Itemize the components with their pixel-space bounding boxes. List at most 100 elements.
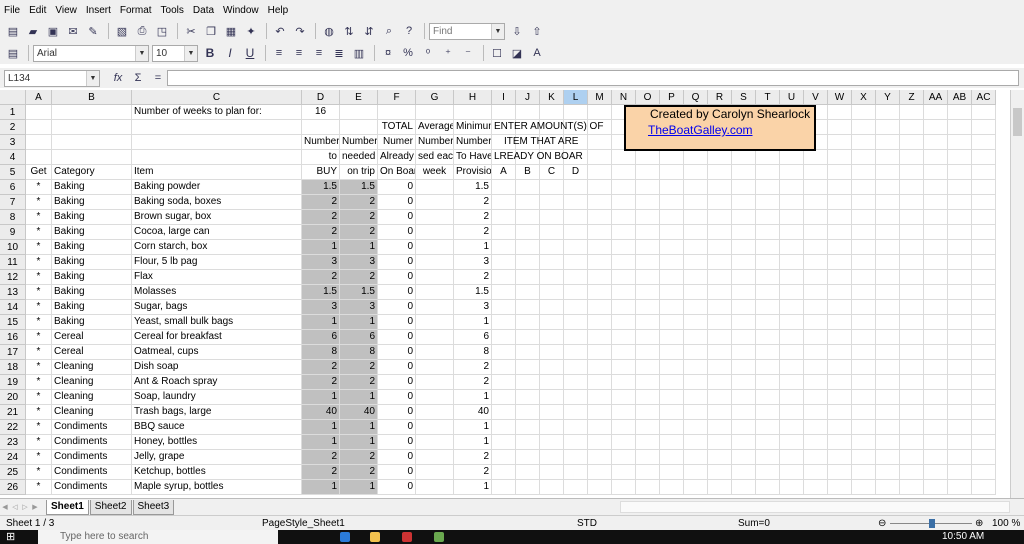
cell-o16[interactable] [636,330,660,345]
cell-d10[interactable]: 1 [302,240,340,255]
cell-aa19[interactable] [924,375,948,390]
cell-ab19[interactable] [948,375,972,390]
cell-m25[interactable] [588,465,612,480]
column-header-l[interactable]: L [564,90,588,105]
cell-j13[interactable] [516,285,540,300]
cell-y20[interactable] [876,390,900,405]
cell-v22[interactable] [804,420,828,435]
cell-ab3[interactable] [948,135,972,150]
cell-c10[interactable]: Corn starch, box [132,240,302,255]
cell-g20[interactable] [416,390,454,405]
cell-s15[interactable] [732,315,756,330]
cell-z2[interactable] [900,120,924,135]
cell-t25[interactable] [756,465,780,480]
cell-n18[interactable] [612,360,636,375]
cell-g12[interactable] [416,270,454,285]
cell-z20[interactable] [900,390,924,405]
cell-h1[interactable] [454,105,492,120]
cell-l11[interactable] [564,255,588,270]
cell-t16[interactable] [756,330,780,345]
cell-h7[interactable]: 2 [454,195,492,210]
cell-v4[interactable] [804,150,828,165]
cell-c23[interactable]: Honey, bottles [132,435,302,450]
cell-e6[interactable]: 1.5 [340,180,378,195]
cell-c11[interactable]: Flour, 5 lb pag [132,255,302,270]
cell-ac16[interactable] [972,330,996,345]
cell-u7[interactable] [780,195,804,210]
font-color-icon[interactable]: A [528,44,546,62]
cell-e13[interactable]: 1.5 [340,285,378,300]
cell-p5[interactable] [660,165,684,180]
cell-m16[interactable] [588,330,612,345]
cell-f11[interactable]: 0 [378,255,416,270]
cell-i7[interactable] [492,195,516,210]
row-header[interactable]: 16 [0,330,26,345]
cell-f12[interactable]: 0 [378,270,416,285]
cell-y22[interactable] [876,420,900,435]
cell-k10[interactable] [540,240,564,255]
cell-aa23[interactable] [924,435,948,450]
cell-z26[interactable] [900,480,924,495]
cell-a2[interactable] [26,120,52,135]
cell-t13[interactable] [756,285,780,300]
cell-h4[interactable]: To Have [454,150,492,165]
cell-x17[interactable] [852,345,876,360]
cell-s14[interactable] [732,300,756,315]
cell-ab26[interactable] [948,480,972,495]
cell-o21[interactable] [636,405,660,420]
cell-t19[interactable] [756,375,780,390]
cell-j18[interactable] [516,360,540,375]
cell-u8[interactable] [780,210,804,225]
cell-ac9[interactable] [972,225,996,240]
cell-f2[interactable]: TOTAL [378,120,416,135]
cell-h18[interactable]: 2 [454,360,492,375]
cell-s26[interactable] [732,480,756,495]
cell-x24[interactable] [852,450,876,465]
cell-o23[interactable] [636,435,660,450]
cell-w14[interactable] [828,300,852,315]
cell-w16[interactable] [828,330,852,345]
cell-h22[interactable]: 1 [454,420,492,435]
cell-ab7[interactable] [948,195,972,210]
cell-ab12[interactable] [948,270,972,285]
cell-j1[interactable] [516,105,540,120]
cell-j21[interactable] [516,405,540,420]
cell-n4[interactable] [612,150,636,165]
cell-g9[interactable] [416,225,454,240]
cell-aa13[interactable] [924,285,948,300]
cell-aa1[interactable] [924,105,948,120]
cell-n13[interactable] [612,285,636,300]
cell-y18[interactable] [876,360,900,375]
font-name-box[interactable]: Arial ▼ [33,44,149,62]
cell-l12[interactable] [564,270,588,285]
cell-i23[interactable] [492,435,516,450]
cell-i14[interactable] [492,300,516,315]
cell-u23[interactable] [780,435,804,450]
cell-s25[interactable] [732,465,756,480]
cell-g16[interactable] [416,330,454,345]
cell-z6[interactable] [900,180,924,195]
cell-r10[interactable] [708,240,732,255]
cell-aa18[interactable] [924,360,948,375]
menu-window[interactable]: Window [223,5,259,16]
cell-j5[interactable]: B [516,165,540,180]
cell-l26[interactable] [564,480,588,495]
cell-o7[interactable] [636,195,660,210]
cell-q13[interactable] [684,285,708,300]
cell-a4[interactable] [26,150,52,165]
cell-r9[interactable] [708,225,732,240]
cell-w21[interactable] [828,405,852,420]
cell-y26[interactable] [876,480,900,495]
cell-f20[interactable]: 0 [378,390,416,405]
row-header[interactable]: 18 [0,360,26,375]
row-header[interactable]: 17 [0,345,26,360]
cell-c17[interactable]: Oatmeal, cups [132,345,302,360]
save-icon[interactable]: ▣ [44,22,62,40]
cell-n10[interactable] [612,240,636,255]
cell-k6[interactable] [540,180,564,195]
cell-e8[interactable]: 2 [340,210,378,225]
cell-r23[interactable] [708,435,732,450]
cell-q21[interactable] [684,405,708,420]
cell-ab13[interactable] [948,285,972,300]
row-header[interactable]: 11 [0,255,26,270]
